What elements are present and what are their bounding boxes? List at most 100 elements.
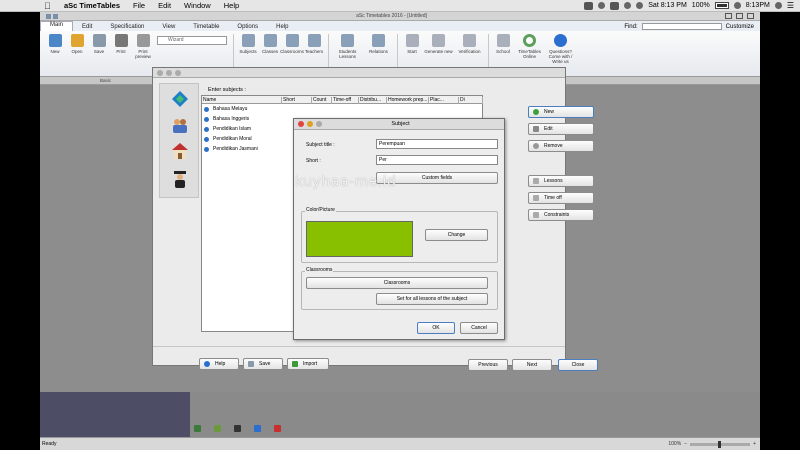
col-place[interactable]: Plac... bbox=[429, 97, 459, 104]
ribbon-print-button[interactable]: Print bbox=[110, 34, 132, 73]
classes-category-icon[interactable] bbox=[171, 116, 189, 134]
status-icon-1[interactable] bbox=[584, 1, 594, 10]
customize-button[interactable]: Customize bbox=[726, 24, 754, 30]
edit-button[interactable]: Edit bbox=[528, 123, 594, 135]
user-icon[interactable] bbox=[733, 2, 741, 9]
close-icon[interactable] bbox=[747, 13, 754, 19]
status-icon-4[interactable] bbox=[624, 2, 632, 9]
menu-extras: Sat 8:13 PM 100% 8:13PM ☰ bbox=[584, 1, 800, 10]
subjects-category-icon[interactable] bbox=[171, 90, 189, 108]
zoom-slider[interactable] bbox=[690, 440, 751, 448]
tab-view[interactable]: View bbox=[153, 24, 184, 31]
classrooms-icon bbox=[285, 34, 299, 47]
import-button[interactable]: Import bbox=[287, 358, 329, 370]
new-button[interactable]: New bbox=[528, 106, 594, 118]
col-short[interactable]: Short bbox=[282, 97, 312, 104]
next-button[interactable]: Next bbox=[512, 359, 552, 371]
col-time-off[interactable]: Time-off bbox=[332, 97, 359, 104]
subjects-dialog-titlebar bbox=[153, 68, 565, 78]
status-icon-3[interactable] bbox=[610, 1, 620, 10]
bottom-person-icon[interactable] bbox=[234, 425, 241, 432]
status-icon-2[interactable] bbox=[598, 2, 606, 9]
tab-timetable[interactable]: Timetable bbox=[184, 24, 228, 31]
notification-list-icon[interactable]: ☰ bbox=[787, 1, 794, 10]
table-row[interactable]: Bahasa Melayu bbox=[202, 104, 482, 114]
constraints-button[interactable]: Constraints bbox=[528, 209, 594, 221]
search-icon[interactable] bbox=[774, 2, 782, 9]
cancel-button[interactable]: Cancel bbox=[460, 322, 498, 334]
tab-edit[interactable]: Edit bbox=[73, 24, 101, 31]
previous-button[interactable]: Previous bbox=[468, 359, 508, 371]
subjects-table-header: Name Short Count Time-off Distribu... Ho… bbox=[202, 96, 483, 104]
change-color-button[interactable]: Change bbox=[425, 229, 488, 241]
subjects-minimize-dot[interactable] bbox=[166, 69, 172, 76]
tab-main[interactable]: Main bbox=[40, 21, 74, 31]
tab-specification[interactable]: Specification bbox=[101, 24, 153, 31]
color-swatch[interactable] bbox=[306, 221, 413, 257]
modal-close-dot[interactable] bbox=[298, 121, 304, 127]
ok-button[interactable]: OK bbox=[417, 322, 455, 334]
menu-time: 8:13PM bbox=[745, 2, 770, 9]
save-small-icon bbox=[248, 361, 254, 367]
find-input[interactable] bbox=[641, 23, 722, 30]
zoom-out-icon[interactable]: − bbox=[684, 441, 687, 447]
col-distribution[interactable]: Distribu... bbox=[359, 97, 387, 104]
classrooms-button[interactable]: Classrooms bbox=[306, 277, 488, 289]
ribbon-save-button[interactable]: Save bbox=[88, 34, 110, 73]
help-small-icon bbox=[204, 361, 210, 367]
tab-options[interactable]: Options bbox=[228, 24, 267, 31]
help-icon bbox=[554, 34, 567, 47]
bottom-tree-icon[interactable] bbox=[214, 425, 221, 432]
col-di[interactable]: Di bbox=[459, 97, 483, 104]
set-for-all-lessons-button[interactable]: Set for all lessons of the subject bbox=[376, 293, 488, 305]
ribbon-print-preview-button[interactable]: Print preview bbox=[132, 34, 154, 73]
remove-button[interactable]: Remove bbox=[528, 140, 594, 152]
subjects-zoom-dot[interactable] bbox=[175, 69, 181, 76]
ribbon-new-button[interactable]: New bbox=[44, 34, 66, 73]
col-name[interactable]: Name bbox=[202, 97, 282, 104]
time-off-button[interactable]: Time off bbox=[528, 192, 594, 204]
menu-clock[interactable]: Sat 8:13 PM bbox=[648, 2, 687, 9]
bottom-cursor-icon[interactable] bbox=[254, 425, 261, 432]
classrooms-category-icon[interactable] bbox=[171, 142, 189, 160]
col-count[interactable]: Count bbox=[312, 97, 332, 104]
battery-percent: 100% bbox=[691, 2, 710, 9]
lessons-button[interactable]: Lessons bbox=[528, 175, 594, 187]
category-sidebar bbox=[159, 83, 199, 198]
battery-icon[interactable] bbox=[714, 2, 729, 9]
close-button[interactable]: Close bbox=[558, 359, 598, 371]
modal-minimize-dot[interactable] bbox=[307, 121, 313, 127]
menu-edit[interactable]: Edit bbox=[158, 1, 171, 10]
open-folder-icon bbox=[70, 34, 84, 47]
apple-icon[interactable]:  bbox=[44, 1, 54, 11]
zoom-in-icon[interactable]: + bbox=[753, 441, 756, 447]
subjects-close-dot[interactable] bbox=[157, 69, 163, 76]
save-button[interactable]: Save bbox=[243, 358, 283, 370]
bottom-grid-icon[interactable] bbox=[194, 425, 201, 432]
subject-modal-title: Subject bbox=[391, 121, 410, 127]
school-select[interactable]: Wizard bbox=[157, 36, 227, 45]
tab-help[interactable]: Help bbox=[267, 24, 297, 31]
subjects-window-controls bbox=[153, 69, 181, 76]
quick-save-icon[interactable] bbox=[46, 13, 51, 19]
menu-help[interactable]: Help bbox=[224, 1, 239, 10]
ribbon-open-button[interactable]: Open bbox=[66, 34, 88, 73]
minimize-icon[interactable] bbox=[725, 13, 732, 19]
row-name: Bahasa Melayu bbox=[213, 106, 248, 112]
wifi-icon[interactable] bbox=[636, 2, 644, 9]
new-icon bbox=[533, 109, 539, 115]
menu-file[interactable]: File bbox=[133, 1, 145, 10]
maximize-icon[interactable] bbox=[736, 13, 743, 19]
menu-app-name[interactable]: aSc TimeTables bbox=[64, 1, 120, 10]
col-homework-prep[interactable]: Homework prep... bbox=[387, 97, 429, 104]
short-input[interactable]: Per bbox=[376, 155, 498, 165]
subject-title-input[interactable]: Perempuan bbox=[376, 139, 498, 149]
row-name: Bahasa Inggeris bbox=[213, 116, 250, 122]
menu-window[interactable]: Window bbox=[184, 1, 211, 10]
teachers-category-icon[interactable] bbox=[171, 170, 189, 188]
subjects-icon bbox=[241, 34, 255, 47]
zoom-slider-thumb[interactable] bbox=[718, 440, 722, 448]
zoom-value: 100% bbox=[668, 441, 682, 447]
help-button[interactable]: Help bbox=[199, 358, 239, 370]
bottom-pin-icon[interactable] bbox=[274, 425, 281, 432]
